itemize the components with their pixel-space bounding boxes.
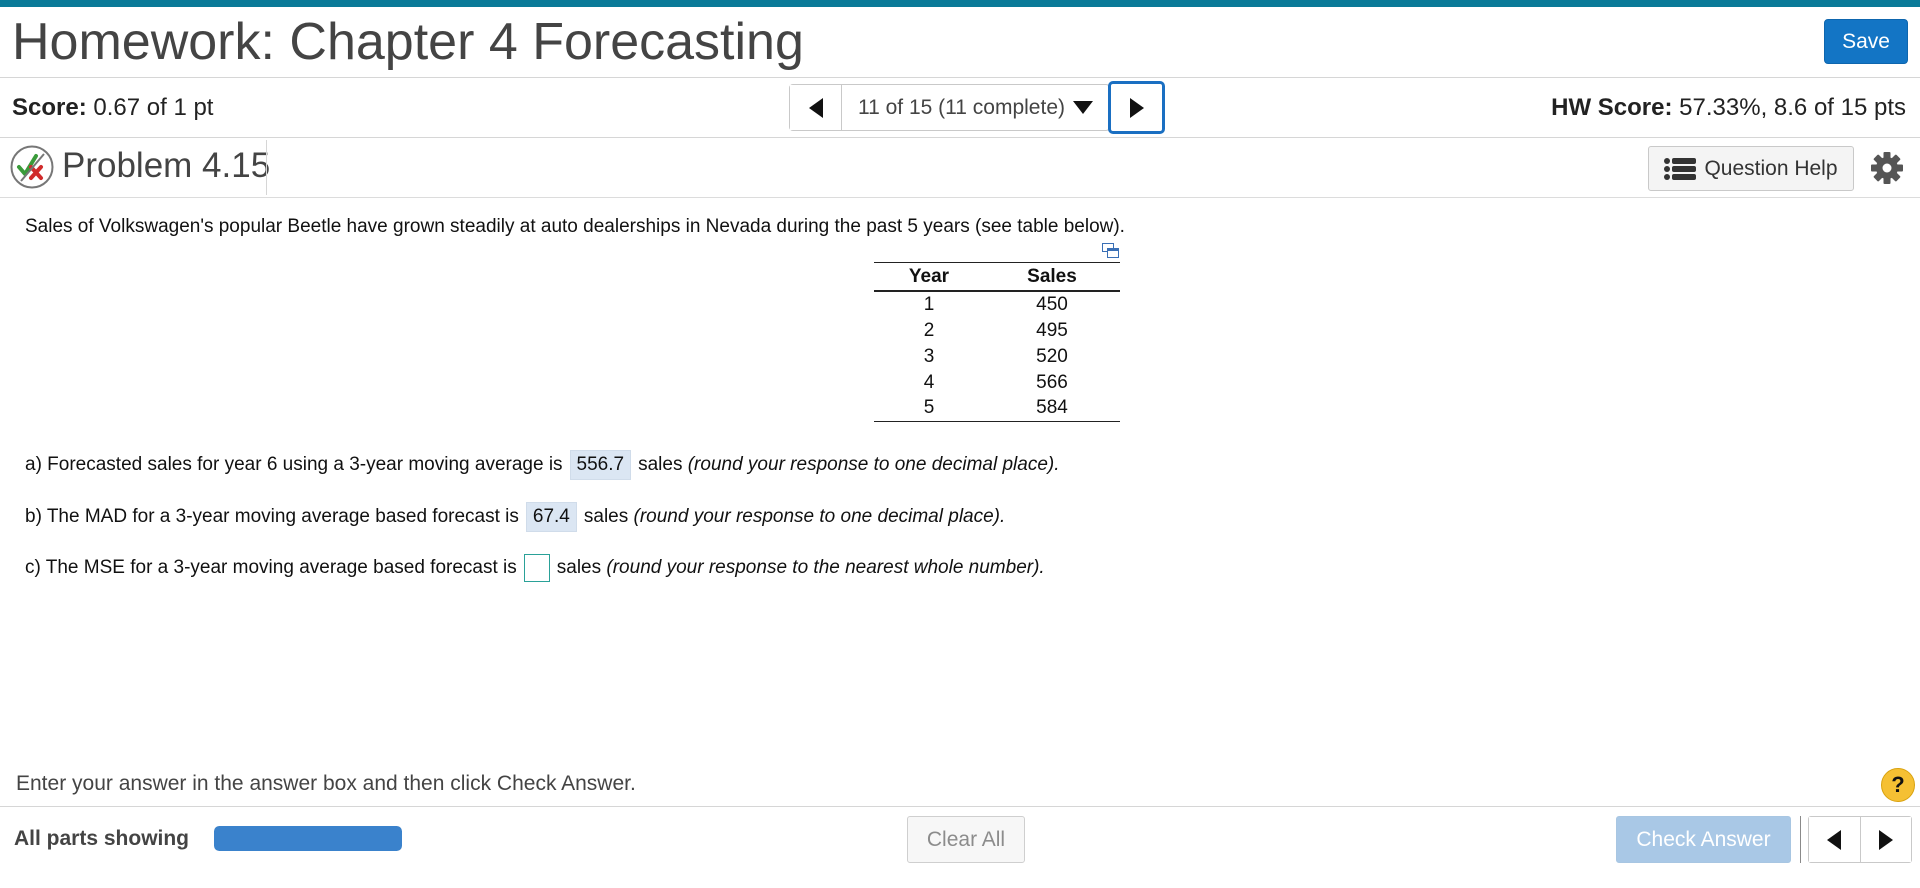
question-navigator: 11 of 15 (11 complete) <box>789 84 1110 131</box>
part-a-note: (round your response to one decimal plac… <box>687 454 1060 475</box>
question-help-button[interactable]: Question Help <box>1648 146 1854 191</box>
column-header: Sales <box>983 262 1120 292</box>
list-icon <box>1664 157 1697 180</box>
table-cell: 520 <box>1036 345 1068 367</box>
hw-score-value: 57.33%, 8.6 of 15 pts <box>1679 94 1906 121</box>
page-title: Homework: Chapter 4 Forecasting <box>12 13 804 71</box>
divider <box>266 140 267 195</box>
part-a-prefix: a) Forecasted sales for year 6 using a 3… <box>25 454 563 475</box>
part-c-answer-input[interactable] <box>523 554 550 582</box>
next-arrow-icon <box>1129 97 1144 118</box>
sales-data-table: Year Sales 1 450 2 495 3 520 4 566 5 584 <box>874 262 1120 422</box>
footer-next-button[interactable] <box>1860 817 1911 862</box>
table-cell: 5 <box>874 395 984 422</box>
table-cell: 566 <box>1036 371 1068 393</box>
table-cell: 450 <box>1036 294 1068 315</box>
problem-title: Problem 4.15 <box>62 146 271 185</box>
table-cell: 4 <box>923 371 935 393</box>
progress-fill <box>214 826 402 851</box>
table-cell: 584 <box>983 395 1120 422</box>
part-c-prefix: c) The MSE for a 3-year moving average b… <box>25 557 517 578</box>
hw-score-display: HW Score: 57.33%, 8.6 of 15 pts <box>1551 94 1906 122</box>
question-select-dropdown[interactable]: 11 of 15 (11 complete) <box>842 85 1109 130</box>
column-header: Year <box>874 262 984 292</box>
partial-credit-icon <box>10 145 54 189</box>
hw-score-label: HW Score: <box>1551 94 1673 121</box>
parts-showing-label: All parts showing <box>14 827 190 850</box>
help-icon[interactable]: ? <box>1881 768 1915 802</box>
previous-arrow-icon <box>808 97 823 118</box>
score-display: Score: 0.67 of 1 pt <box>12 94 213 122</box>
table-row: 2 495 <box>874 317 1120 343</box>
top-accent-bar <box>0 0 1920 7</box>
part-c-note: (round your response to the nearest whol… <box>606 557 1045 578</box>
part-b-answer-box[interactable]: 67.4 <box>525 502 577 532</box>
table-cell: 3 <box>923 345 935 367</box>
footer-question-navigator <box>1808 816 1912 863</box>
parts-progress-bar <box>214 826 402 851</box>
divider <box>0 137 1920 138</box>
question-select-label: 11 of 15 (11 complete) <box>857 95 1065 119</box>
caret-down-icon <box>1073 101 1093 114</box>
table-cell: 1 <box>923 294 935 315</box>
table-row: 1 450 <box>874 291 1120 317</box>
table-cell: 495 <box>1036 319 1068 341</box>
next-arrow-icon <box>1878 829 1893 850</box>
question-part-a: a) Forecasted sales for year 6 using a 3… <box>25 450 1060 480</box>
part-b-prefix: b) The MAD for a 3-year moving average b… <box>25 506 519 527</box>
question-part-c: c) The MSE for a 3-year moving average b… <box>25 554 1045 582</box>
divider <box>0 806 1920 807</box>
question-part-b: b) The MAD for a 3-year moving average b… <box>25 502 1005 532</box>
previous-question-button[interactable] <box>790 85 842 130</box>
table-row: 5 584 <box>874 395 1120 422</box>
part-a-suffix: sales <box>638 454 683 475</box>
part-c-suffix: sales <box>556 557 602 578</box>
save-button[interactable]: Save <box>1824 19 1908 64</box>
divider <box>0 197 1920 198</box>
check-answer-button[interactable]: Check Answer <box>1616 816 1791 863</box>
score-label: Score: <box>12 94 87 121</box>
part-b-note: (round your response to one decimal plac… <box>633 506 1006 527</box>
popout-table-icon[interactable] <box>1102 243 1119 258</box>
page: Homework: Chapter 4 Forecasting Save Sco… <box>0 0 1920 888</box>
next-question-button[interactable] <box>1108 81 1165 134</box>
table-row: 4 566 <box>874 369 1120 395</box>
part-b-suffix: sales <box>583 506 629 527</box>
table-cell: 2 <box>923 319 935 341</box>
question-help-label: Question Help <box>1704 156 1838 180</box>
divider <box>0 77 1920 78</box>
answer-instruction: Enter your answer in the answer box and … <box>16 772 636 795</box>
part-a-answer-box[interactable]: 556.7 <box>569 450 632 480</box>
clear-all-button[interactable]: Clear All <box>907 816 1025 863</box>
footer-previous-button[interactable] <box>1809 817 1861 862</box>
divider <box>1800 816 1801 863</box>
question-intro: Sales of Volkswagen's popular Beetle hav… <box>25 216 1125 237</box>
previous-arrow-icon <box>1827 829 1842 850</box>
score-value: 0.67 of 1 pt <box>93 94 214 121</box>
table-header-row: Year Sales <box>874 262 1120 292</box>
gear-icon[interactable] <box>1870 151 1904 185</box>
table-row: 3 520 <box>874 343 1120 369</box>
